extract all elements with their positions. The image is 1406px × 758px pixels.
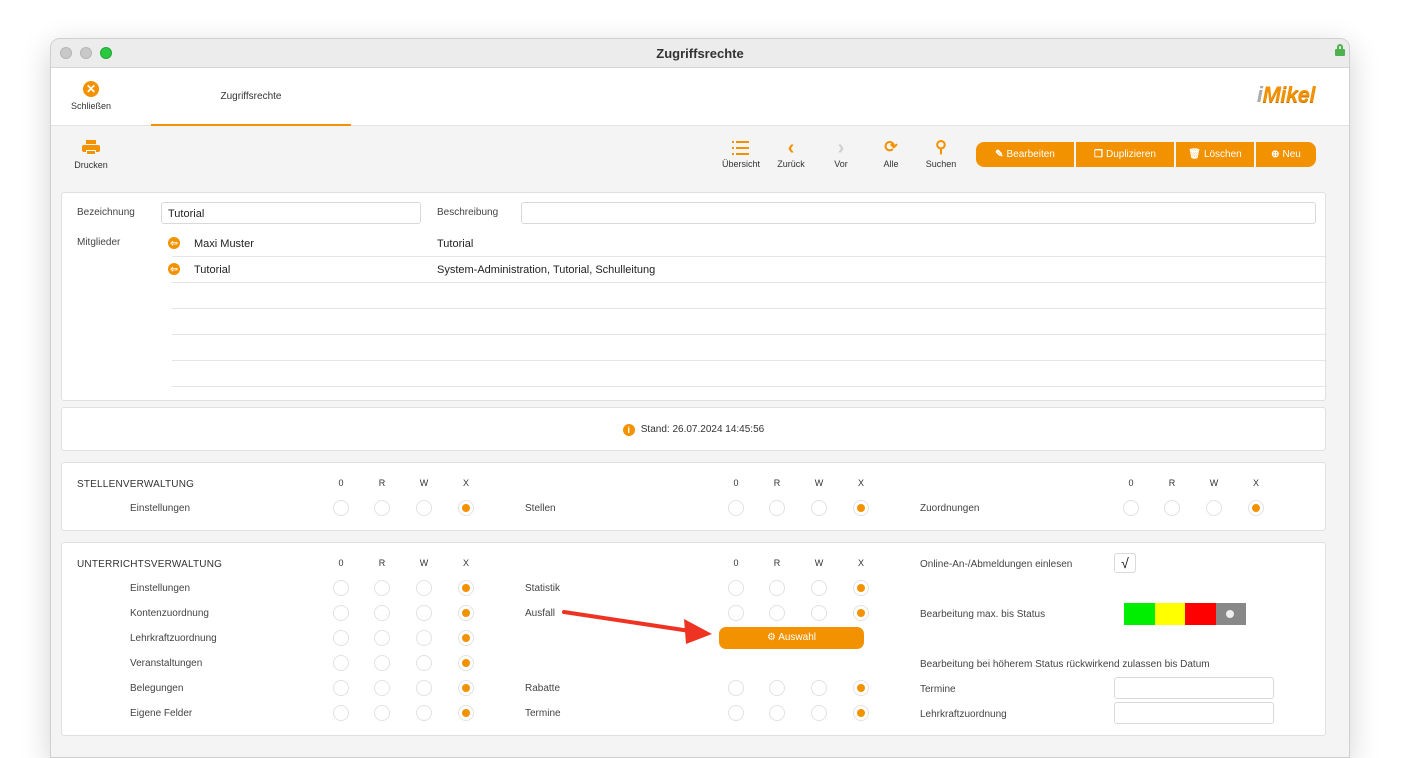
annotation-arrow [562,610,712,644]
